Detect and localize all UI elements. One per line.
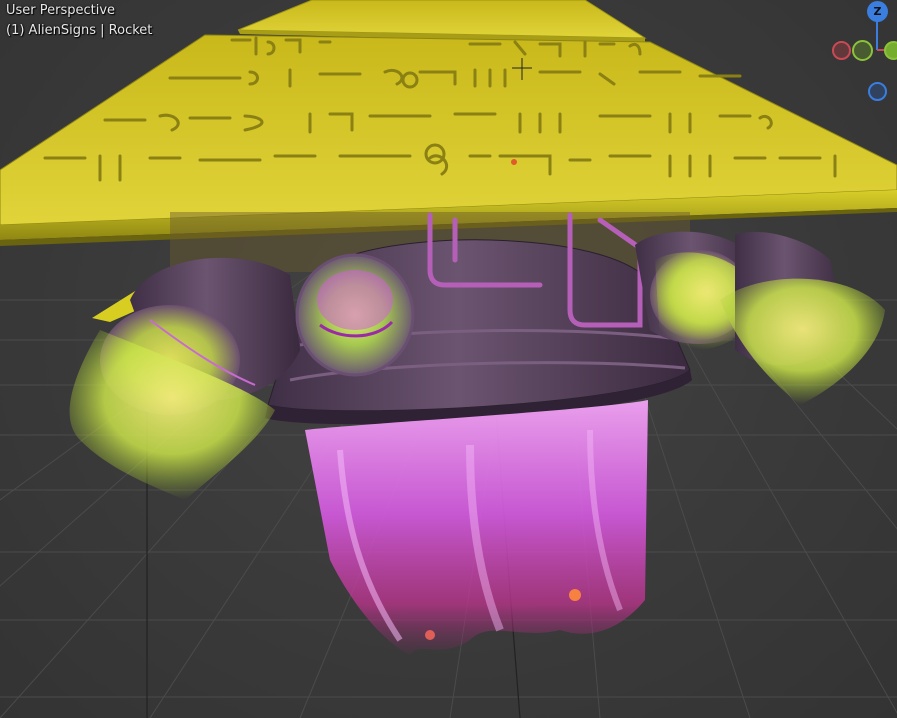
right-side-engine-2 [720, 231, 885, 405]
glass-bulb-engine [295, 253, 415, 377]
main-exhaust-flame [305, 400, 648, 655]
gizmo-neg-y-axis[interactable] [852, 40, 873, 61]
scene-render [0, 0, 897, 718]
gizmo-y-axis[interactable] [884, 41, 897, 60]
gizmo-z-axis[interactable]: Z [867, 1, 888, 22]
gizmo-neg-x-axis[interactable] [832, 41, 851, 60]
object-info-label: (1) AlienSigns | Rocket [6, 23, 153, 38]
view-name-label: User Perspective [6, 3, 116, 18]
left-side-engine [69, 257, 300, 500]
3d-viewport[interactable]: User Perspective (1) AlienSigns | Rocket… [0, 0, 897, 718]
gizmo-neg-z-axis[interactable] [868, 82, 887, 101]
